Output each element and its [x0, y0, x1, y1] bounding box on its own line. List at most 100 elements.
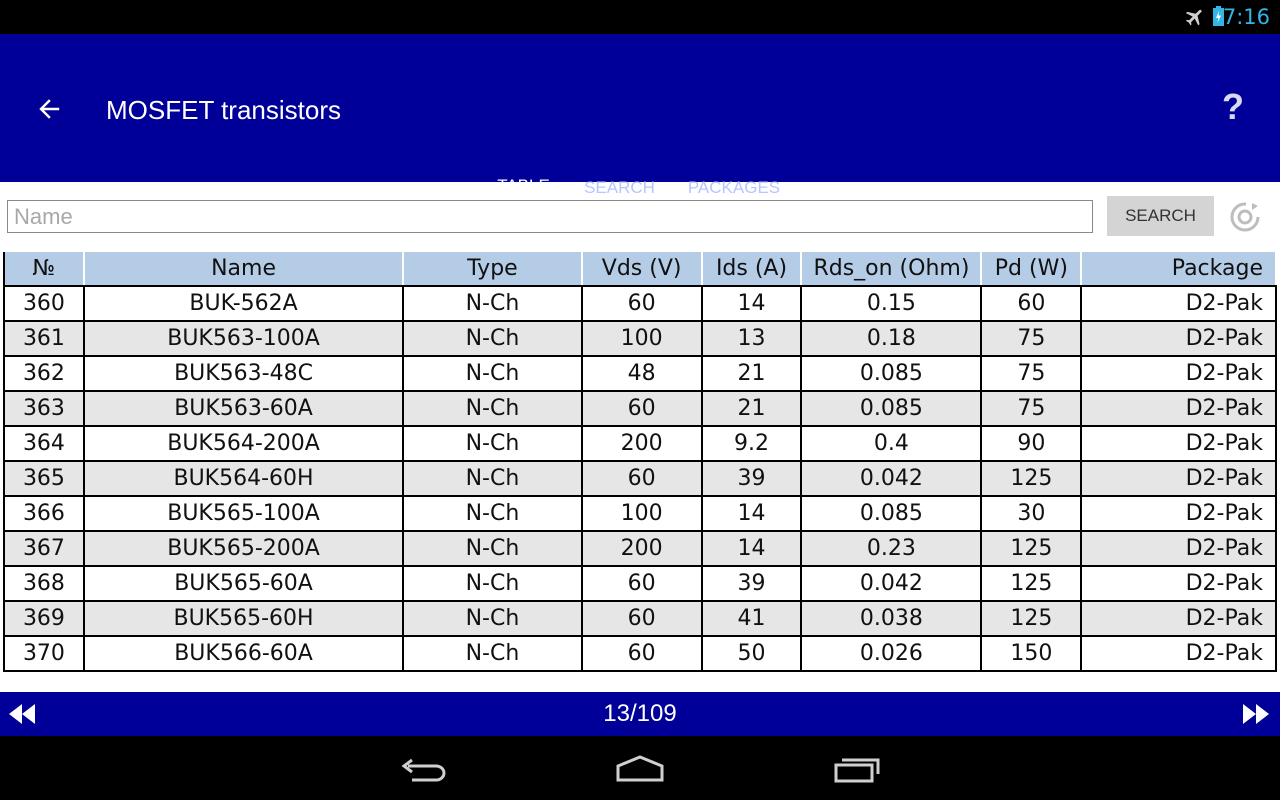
status-time: 7:16: [1222, 5, 1270, 29]
table-row[interactable]: 360 BUK-562A N-Ch 60 14 0.15 60 D2-Pak: [3, 285, 1277, 322]
cell-number: 363: [3, 390, 85, 427]
cell-rds-on: 0.026: [800, 635, 983, 672]
cell-package: D2-Pak: [1080, 495, 1277, 532]
table-row[interactable]: 361 BUK563-100A N-Ch 100 13 0.18 75 D2-Pak: [3, 320, 1277, 357]
cell-vds: 60: [580, 460, 703, 497]
cell-name: BUK565-60H: [82, 600, 405, 637]
cell-name: BUK563-60A: [82, 390, 405, 427]
cell-type: N-Ch: [402, 460, 583, 497]
cell-number: 369: [3, 600, 85, 637]
table-header-row: № Name Type Vds (V) Ids (A) Rds_on (Ohm)…: [3, 250, 1277, 287]
cell-package: D2-Pak: [1080, 355, 1277, 392]
system-navigation-bar: [0, 736, 1280, 800]
cell-rds-on: 0.085: [800, 390, 983, 427]
cell-number: 367: [3, 530, 85, 567]
cell-name: BUK565-100A: [82, 495, 405, 532]
column-header-name[interactable]: Name: [82, 250, 405, 287]
cell-type: N-Ch: [402, 320, 583, 357]
back-nav-icon[interactable]: [400, 754, 448, 784]
cell-vds: 60: [580, 285, 703, 322]
cell-package: D2-Pak: [1080, 425, 1277, 462]
table-row[interactable]: 369 BUK565-60H N-Ch 60 41 0.038 125 D2-Pak: [3, 600, 1277, 637]
cell-ids: 14: [700, 530, 803, 567]
column-header-vds[interactable]: Vds (V): [580, 250, 703, 287]
table-row[interactable]: 365 BUK564-60H N-Ch 60 39 0.042 125 D2-Pak: [3, 460, 1277, 497]
cell-ids: 39: [700, 460, 803, 497]
cell-name: BUK563-48C: [82, 355, 405, 392]
cell-ids: 39: [700, 565, 803, 602]
cell-name: BUK565-60A: [82, 565, 405, 602]
cell-ids: 50: [700, 635, 803, 672]
cell-package: D2-Pak: [1080, 600, 1277, 637]
cell-pd: 75: [980, 390, 1083, 427]
refresh-icon[interactable]: [1228, 200, 1262, 234]
cell-type: N-Ch: [402, 285, 583, 322]
cell-package: D2-Pak: [1080, 320, 1277, 357]
cell-type: N-Ch: [402, 355, 583, 392]
cell-vds: 60: [580, 600, 703, 637]
cell-number: 368: [3, 565, 85, 602]
cell-rds-on: 0.042: [800, 460, 983, 497]
table-row[interactable]: 366 BUK565-100A N-Ch 100 14 0.085 30 D2-Pak: [3, 495, 1277, 532]
cell-package: D2-Pak: [1080, 460, 1277, 497]
table-row[interactable]: 363 BUK563-60A N-Ch 60 21 0.085 75 D2-Pak: [3, 390, 1277, 427]
cell-vds: 48: [580, 355, 703, 392]
column-header-package[interactable]: Package: [1080, 250, 1277, 287]
cell-number: 360: [3, 285, 85, 322]
cell-name: BUK566-60A: [82, 635, 405, 672]
cell-pd: 90: [980, 425, 1083, 462]
column-header-number[interactable]: №: [3, 250, 85, 287]
status-bar: 7:16: [0, 0, 1280, 34]
recent-apps-nav-icon[interactable]: [832, 754, 882, 784]
cell-vds: 60: [580, 565, 703, 602]
cell-package: D2-Pak: [1080, 635, 1277, 672]
table-row[interactable]: 367 BUK565-200A N-Ch 200 14 0.23 125 D2-Pak: [3, 530, 1277, 567]
cell-pd: 75: [980, 355, 1083, 392]
airplane-mode-icon: [1185, 9, 1202, 26]
table-row[interactable]: 362 BUK563-48C N-Ch 48 21 0.085 75 D2-Pak: [3, 355, 1277, 392]
table-row[interactable]: 368 BUK565-60A N-Ch 60 39 0.042 125 D2-Pak: [3, 565, 1277, 602]
table-row[interactable]: 364 BUK564-200A N-Ch 200 9.2 0.4 90 D2-Pak: [3, 425, 1277, 462]
cell-ids: 14: [700, 285, 803, 322]
cell-vds: 60: [580, 635, 703, 672]
cell-pd: 125: [980, 530, 1083, 567]
cell-type: N-Ch: [402, 600, 583, 637]
name-search-input[interactable]: [7, 200, 1093, 233]
cell-type: N-Ch: [402, 425, 583, 462]
cell-vds: 200: [580, 425, 703, 462]
cell-pd: 125: [980, 460, 1083, 497]
cell-type: N-Ch: [402, 565, 583, 602]
help-button[interactable]: ?: [1222, 86, 1244, 128]
app-bar: MOSFET transistors ? TABLE SEARCH PACKAG…: [0, 34, 1280, 216]
cell-rds-on: 0.085: [800, 355, 983, 392]
search-button[interactable]: SEARCH: [1107, 196, 1214, 236]
cell-rds-on: 0.23: [800, 530, 983, 567]
column-header-rds-on[interactable]: Rds_on (Ohm): [800, 250, 983, 287]
cell-ids: 14: [700, 495, 803, 532]
cell-type: N-Ch: [402, 635, 583, 672]
cell-vds: 60: [580, 390, 703, 427]
cell-number: 362: [3, 355, 85, 392]
cell-vds: 100: [580, 320, 703, 357]
search-row: SEARCH: [0, 182, 1280, 250]
cell-number: 370: [3, 635, 85, 672]
home-nav-icon[interactable]: [615, 754, 665, 784]
transistor-table: № Name Type Vds (V) Ids (A) Rds_on (Ohm)…: [3, 250, 1277, 672]
column-header-ids[interactable]: Ids (A): [700, 250, 803, 287]
table-row[interactable]: 370 BUK566-60A N-Ch 60 50 0.026 150 D2-Pak: [3, 635, 1277, 672]
cell-rds-on: 0.15: [800, 285, 983, 322]
cell-pd: 75: [980, 320, 1083, 357]
cell-type: N-Ch: [402, 495, 583, 532]
column-header-type[interactable]: Type: [402, 250, 583, 287]
cell-name: BUK564-200A: [82, 425, 405, 462]
cell-name: BUK-562A: [82, 285, 405, 322]
cell-package: D2-Pak: [1080, 390, 1277, 427]
cell-type: N-Ch: [402, 390, 583, 427]
cell-number: 365: [3, 460, 85, 497]
next-page-icon[interactable]: [1240, 701, 1272, 727]
cell-pd: 125: [980, 565, 1083, 602]
page-indicator: 13/109: [603, 700, 677, 727]
back-arrow-icon[interactable]: [34, 94, 64, 124]
column-header-pd[interactable]: Pd (W): [980, 250, 1083, 287]
cell-ids: 41: [700, 600, 803, 637]
